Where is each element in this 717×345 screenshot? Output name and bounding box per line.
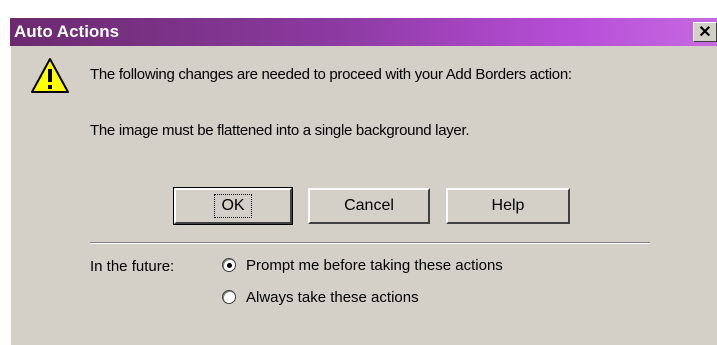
window-title: Auto Actions — [14, 22, 120, 41]
radio-button-unselected[interactable] — [222, 290, 236, 304]
message-line-1: The following changes are needed to proc… — [90, 66, 572, 83]
auto-actions-dialog: Auto Actions ✕ The following changes are… — [10, 18, 717, 345]
help-button[interactable]: Help — [446, 188, 570, 224]
ok-button[interactable]: OK — [173, 187, 293, 225]
title-bar[interactable]: Auto Actions ✕ — [10, 18, 717, 46]
close-icon: ✕ — [698, 24, 712, 41]
warning-icon — [31, 58, 69, 93]
separator — [90, 242, 650, 244]
future-label: In the future: — [90, 258, 175, 275]
radio-dot — [226, 262, 232, 268]
cancel-button[interactable]: Cancel — [308, 188, 430, 224]
ok-button-label: OK — [214, 194, 252, 218]
radio-prompt-label[interactable]: Prompt me before taking these actions — [246, 257, 503, 274]
radio-prompt-option[interactable]: Prompt me before taking these actions — [222, 255, 503, 275]
close-button[interactable]: ✕ — [693, 22, 717, 42]
message-line-2: The image must be flattened into a singl… — [90, 122, 470, 139]
radio-always-label[interactable]: Always take these actions — [246, 289, 419, 306]
radio-button-selected[interactable] — [222, 258, 236, 272]
radio-always-option[interactable]: Always take these actions — [222, 287, 419, 307]
